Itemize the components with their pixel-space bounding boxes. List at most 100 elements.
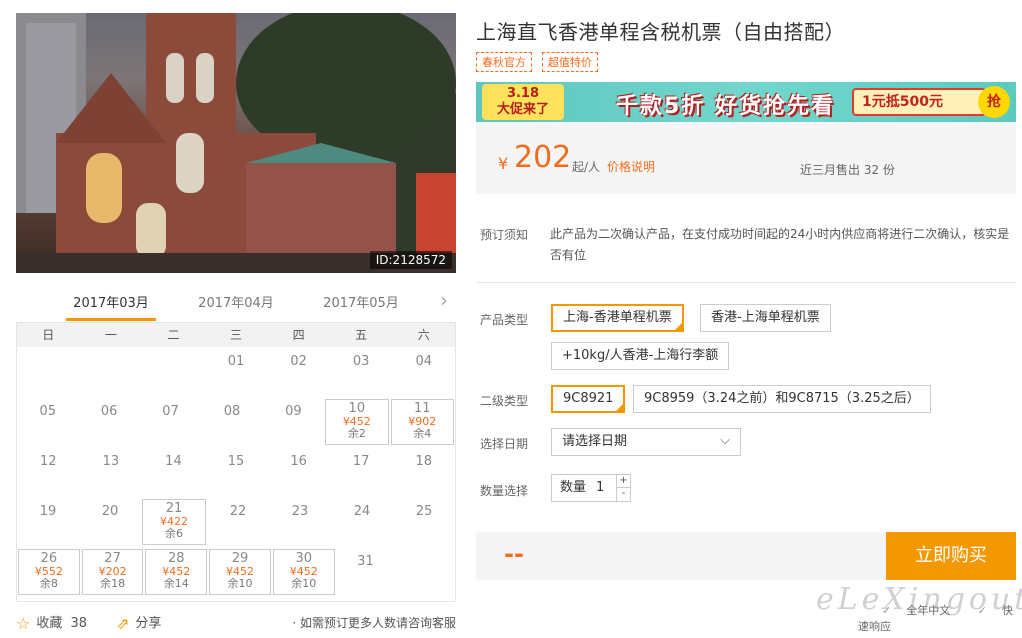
weekday-label: 一 (104, 328, 117, 342)
calendar-day-number: 06 (100, 404, 118, 419)
calendar-day-number: 11 (413, 401, 431, 416)
calendar-day-available[interactable]: 28 ¥452 余14 (145, 549, 208, 595)
total-price: -- (504, 540, 524, 568)
quantity-stepper[interactable]: 数量 1 + - (551, 474, 631, 502)
calendar-day-number: 15 (227, 454, 245, 469)
calendar-day: 02 (267, 347, 330, 397)
share-button[interactable]: ⇗ 分享 (116, 612, 161, 633)
calendar-day-stock: 余10 (227, 577, 253, 590)
chevron-down-icon: ⌵ (720, 433, 730, 448)
promo-headline: 千款5折 好货抢先看 (616, 94, 835, 119)
calendar-day (395, 547, 455, 597)
calendar-day-number: 30 (295, 551, 312, 566)
increment-icon[interactable]: + (616, 475, 630, 488)
calendar-day-number: 08 (223, 404, 241, 419)
calendar-day-stock: 余10 (291, 577, 317, 590)
calendar-day-available[interactable]: 29 ¥452 余10 (209, 549, 271, 595)
promo-banner[interactable]: 3.18 大促来了 千款5折 好货抢先看 1元抵500元 抢 (476, 82, 1016, 122)
calendar-day: 31 (336, 547, 396, 597)
date-select[interactable]: 请选择日期 ⌵ (551, 428, 741, 456)
calendar-day-number: 04 (415, 354, 433, 369)
calendar-day: 24 (331, 497, 393, 547)
calendar-day: 22 (207, 497, 269, 547)
calendar-day-number: 12 (40, 454, 57, 469)
weekday-header: 日 一 二 三 四 五 六 (17, 323, 455, 347)
calendar-day-number: 25 (415, 504, 433, 519)
calendar-day-available[interactable]: 21 ¥422 余6 (142, 499, 206, 545)
calendar-day-available[interactable]: 11 ¥902 余4 (390, 399, 454, 445)
calendar-day: 23 (269, 497, 331, 547)
decrement-icon[interactable]: - (616, 488, 630, 501)
notice-text: 此产品为二次确认产品，在支付成功时间起的24小时内供应商将进行二次确认，核实是否… (550, 227, 1010, 262)
product-type-option-3[interactable]: +10kg/人香港-上海行李额 (551, 342, 730, 370)
calendar-day: 06 (78, 397, 139, 447)
check-icon: ✓ (882, 604, 892, 617)
calendar-day-number: 18 (415, 454, 433, 469)
calendar-day-number: 13 (102, 454, 120, 469)
calendar-day-stock: 余18 (100, 577, 126, 590)
product-type-option-1[interactable]: 上海-香港单程机票 (551, 304, 684, 332)
calendar-day-available[interactable]: 26 ¥552 余8 (18, 549, 80, 595)
month-tabs: 2017年03月 2017年04月 2017年05月 › (16, 286, 456, 322)
promo-badge-date: 3.18 (506, 86, 540, 101)
photo-id-badge: ID:2128572 (369, 251, 452, 269)
promo-coupon: 1元抵500元 (852, 88, 986, 116)
calendar-week-row: 12 13 14 15 16 17 18 (17, 447, 455, 497)
quantity-prefix: 数量 (560, 480, 587, 495)
favorite-button[interactable]: ☆ 收藏 38 (16, 612, 87, 633)
tab-month-1[interactable]: 2017年03月 (66, 292, 156, 311)
calendar-day-available[interactable]: 10 ¥452 余2 (325, 399, 389, 445)
sub-type-label: 二级类型 (480, 394, 529, 408)
calendar-day-stock: 余2 (347, 427, 366, 440)
calendar-day-number: 02 (290, 354, 307, 369)
calendar-day-number: 21 (165, 501, 183, 516)
tag-official: 春秋官方 (476, 52, 532, 72)
calendar-day-number: 10 (348, 401, 366, 416)
calendar-day-number: 23 (291, 504, 309, 519)
calendar-day: 25 (393, 497, 455, 547)
calendar-day-number: 14 (165, 454, 182, 469)
calendar-day-available[interactable]: 27 ¥202 余18 (81, 549, 144, 595)
check-icon: ✓ (977, 604, 987, 617)
calendar-day: 19 (17, 497, 79, 547)
calendar-grid: 01 02 03 04 05 06 07 08 09 10 ¥452 余2 11 ¥902 余4 12 13 14… (17, 347, 455, 597)
calendar-day-number: 09 (285, 404, 302, 419)
sub-type-option-1[interactable]: 9C8921 (551, 385, 626, 413)
active-month-indicator (66, 318, 156, 321)
notice-label: 预订须知 (480, 228, 529, 242)
service-badge-chinese-label: 全年中文 (906, 604, 951, 617)
chevron-right-icon[interactable]: › (440, 288, 448, 312)
product-photo: ID:2128572 (16, 13, 456, 273)
price-unit: 起/人 (572, 160, 601, 174)
tab-month-2[interactable]: 2017年04月 (191, 292, 281, 311)
quantity-value[interactable]: 1 (596, 475, 604, 501)
tab-month-3[interactable]: 2017年05月 (316, 292, 406, 311)
calendar-day: 17 (330, 447, 393, 497)
calendar-day: 18 (392, 447, 455, 497)
promo-date-badge: 3.18 大促来了 (482, 84, 564, 120)
price-explain-link[interactable]: 价格说明 (607, 158, 655, 175)
calendar-day: 16 (267, 447, 330, 497)
calendar-day: 13 (80, 447, 143, 497)
calendar-day: 04 (392, 347, 455, 397)
calendar-day-number: 24 (353, 504, 371, 519)
calendar-day-number: 03 (352, 354, 370, 369)
calendar-day: 09 (263, 397, 324, 447)
calendar-day: 05 (17, 397, 78, 447)
date-placeholder: 请选择日期 (562, 434, 628, 449)
date-label: 选择日期 (480, 437, 529, 451)
calendar-week-row: 05 06 07 08 09 10 ¥452 余2 11 ¥902 余4 (17, 397, 455, 447)
calendar-day: 03 (330, 347, 393, 397)
buy-now-button[interactable]: 立即购买 (886, 532, 1016, 580)
share-icon: ⇗ (116, 614, 130, 633)
calendar-day-available[interactable]: 30 ¥452 余10 (272, 549, 335, 595)
sub-type-option-2[interactable]: 9C8959（3.24之前）和9C8715（3.25之后） (633, 385, 931, 413)
tag-special-price: 超值特价 (541, 52, 598, 72)
product-tags: 春秋官方 超值特价 (476, 52, 604, 72)
calendar-day: 15 (205, 447, 268, 497)
calendar-day-stock: 余4 (413, 427, 432, 440)
share-label: 分享 (135, 616, 162, 631)
buy-bar: -- 立即购买 (476, 532, 1016, 580)
promo-grab-icon: 抢 (978, 86, 1010, 118)
product-type-option-2[interactable]: 香港-上海单程机票 (700, 304, 831, 332)
